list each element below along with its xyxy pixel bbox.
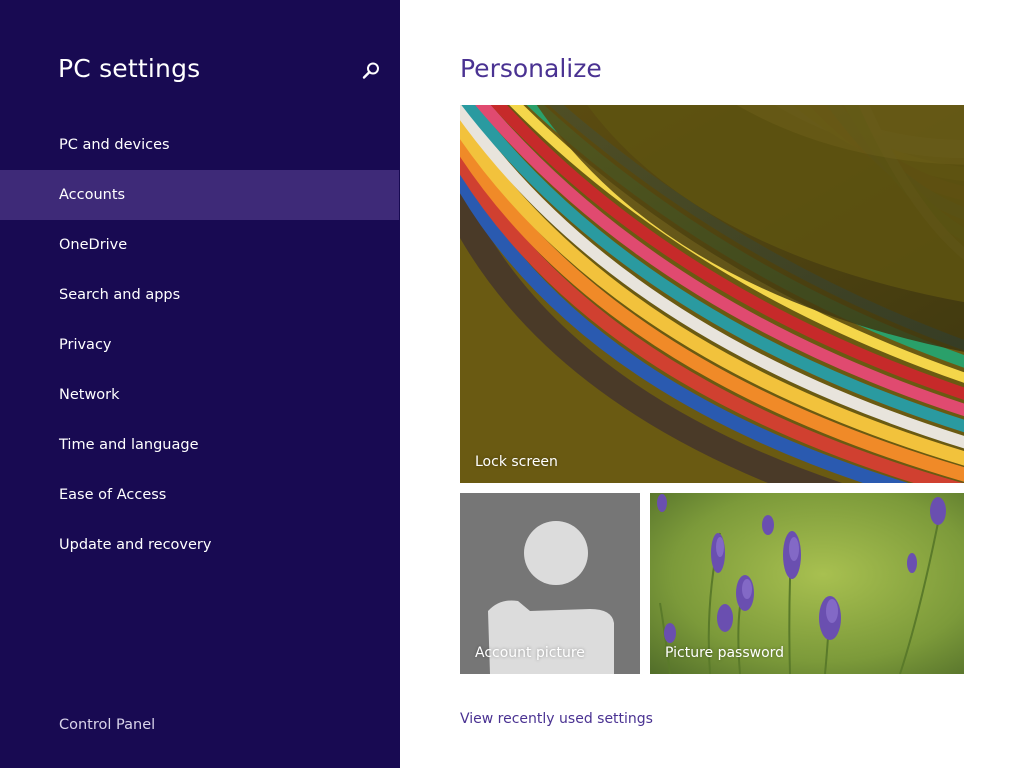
sidebar-item-update-and-recovery[interactable]: Update and recovery [0,520,400,570]
page-title: Personalize [460,54,602,83]
picture-password-label: Picture password [665,645,785,661]
sidebar-item-time-and-language[interactable]: Time and language [0,420,400,470]
pc-settings-window: PC settings PC and devices Accounts OneD… [0,0,1024,768]
lock-screen-label: Lock screen [475,454,558,470]
lock-screen-image [460,105,964,483]
main-content: Personalize Lock screen Account picture … [400,0,1024,768]
sidebar: PC settings PC and devices Accounts OneD… [0,0,400,768]
view-recent-settings-link[interactable]: View recently used settings [460,711,653,727]
account-picture-label: Account picture [475,645,585,661]
sidebar-item-ease-of-access[interactable]: Ease of Access [0,470,400,520]
sidebar-item-onedrive[interactable]: OneDrive [0,220,400,270]
sidebar-item-privacy[interactable]: Privacy [0,320,400,370]
account-picture-tile[interactable]: Account picture [460,493,640,674]
sidebar-item-search-and-apps[interactable]: Search and apps [0,270,400,320]
search-button[interactable] [360,60,382,82]
sidebar-item-network[interactable]: Network [0,370,400,420]
lock-screen-tile[interactable]: Lock screen [460,105,964,483]
sidebar-title: PC settings [58,54,201,83]
sidebar-nav: PC and devices Accounts OneDrive Search … [0,120,400,570]
sidebar-item-pc-and-devices[interactable]: PC and devices [0,120,400,170]
sidebar-item-accounts[interactable]: Accounts [0,170,399,220]
control-panel-link[interactable]: Control Panel [59,717,155,733]
search-icon [362,62,379,79]
picture-password-tile[interactable]: Picture password [650,493,964,674]
